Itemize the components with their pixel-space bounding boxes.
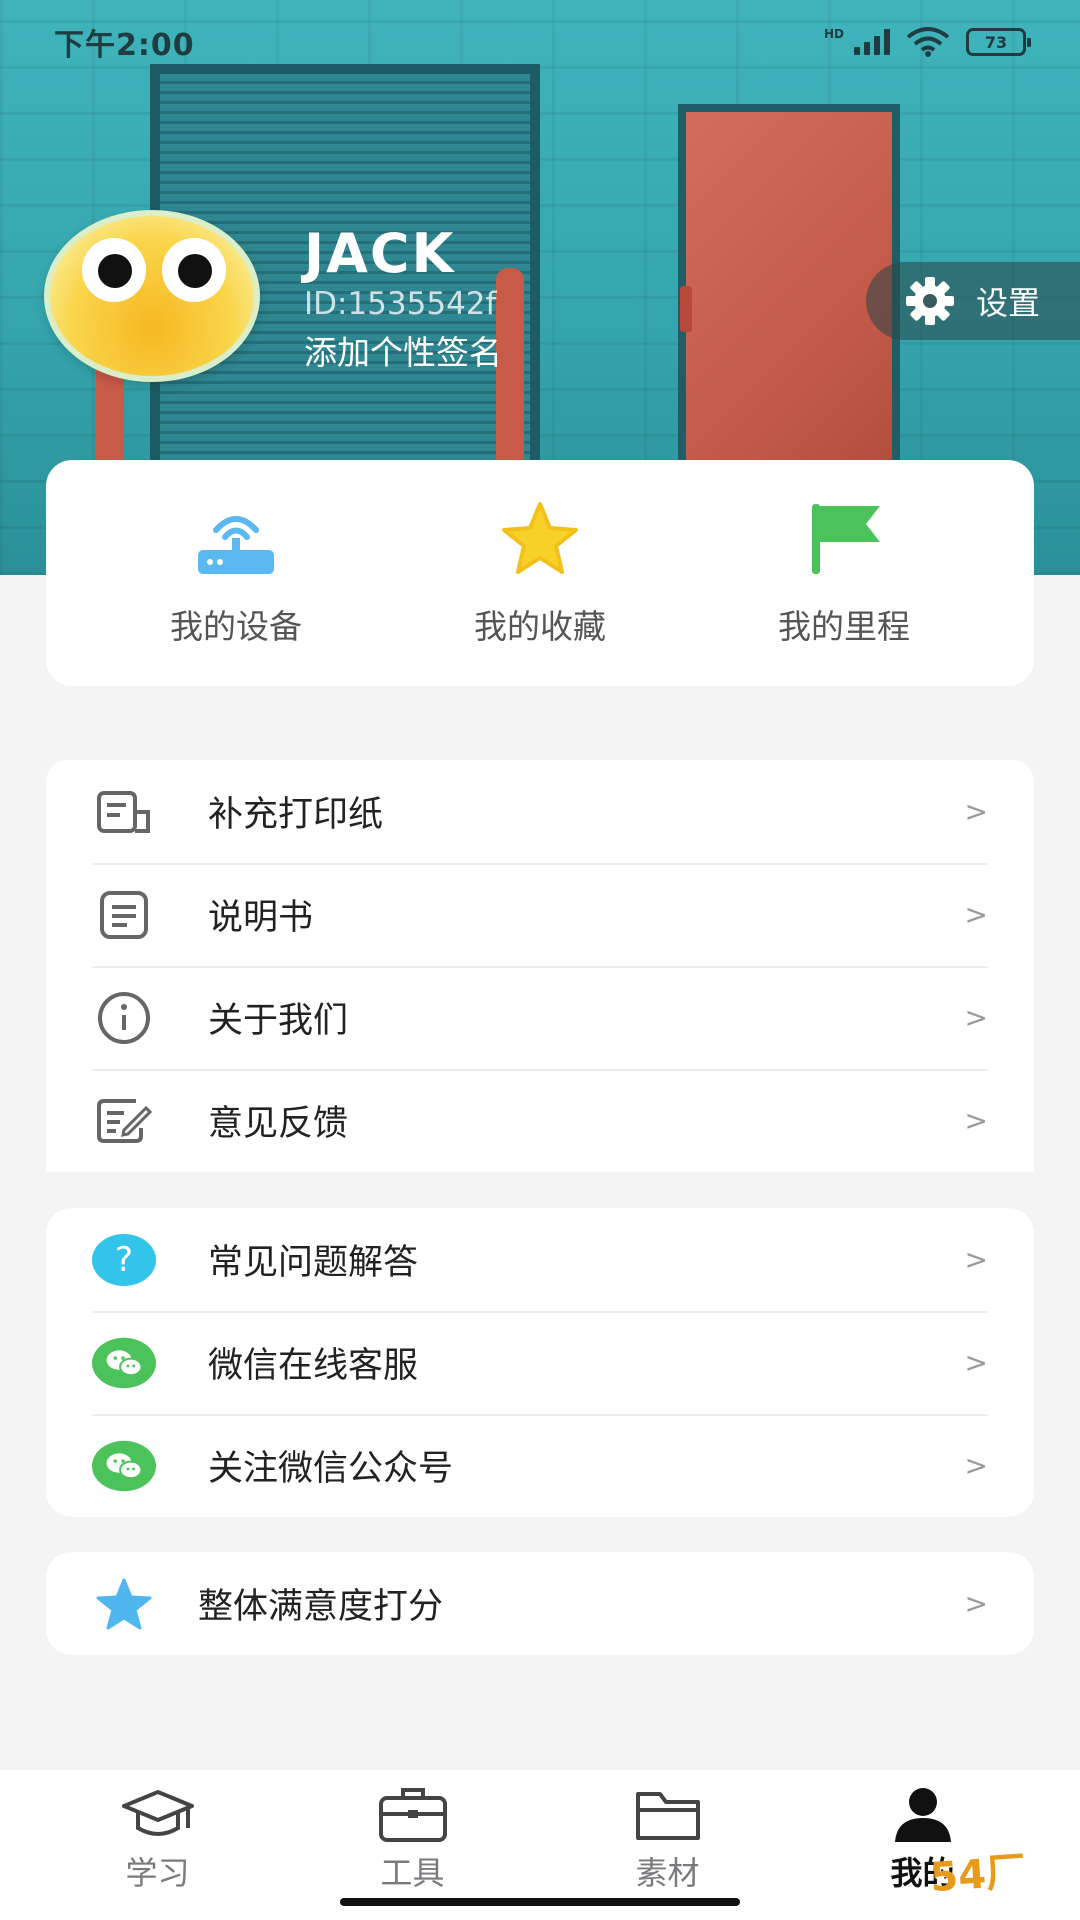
print-paper-icon [92,780,156,844]
quick-actions-card: 我的设备 我的收藏 我的里程 [46,460,1034,686]
gear-icon [906,277,954,325]
menu-item-label: 关于我们 [208,1001,349,1041]
menu-item-label: 说明书 [208,898,314,938]
wechat-icon [92,1331,156,1395]
watermark-logo: 54厂 [928,1848,1028,1902]
quick-action-label: 我的收藏 [474,607,606,646]
avatar[interactable] [44,210,260,382]
tab-label: 工具 [380,1854,445,1892]
menu-item-faq[interactable]: ? 常见问题解答 > [46,1208,1034,1311]
person-icon [894,1788,951,1842]
settings-label: 设置 [976,284,1041,322]
menu-group-support: ? 常见问题解答 > 微信在线客服 > 关注微信公众号 > [46,1208,1034,1517]
menu-item-label: 整体满意度打分 [198,1587,444,1627]
menu-item-manual[interactable]: 说明书 > [46,863,1034,966]
signature-link[interactable]: 添加个性签名 [304,326,502,374]
battery-icon: 73 [966,28,1031,56]
menu-item-wechat-official[interactable]: 关注微信公众号 > [46,1414,1034,1517]
tab-study[interactable]: 学习 [58,1770,258,1920]
toolbox-icon [378,1788,447,1842]
menu-group-general: 补充打印纸 > 说明书 > 关于我们 > 意见反馈 > [46,760,1034,1172]
menu-group-rating: 整体满意度打分 > [46,1552,1034,1655]
signal-icon [854,29,890,55]
quick-action-my-favorites[interactable]: 我的收藏 [390,460,690,686]
menu-item-satisfaction-rating[interactable]: 整体满意度打分 > [46,1552,1034,1655]
status-bar: 下午2:00 HD 73 [0,0,1080,84]
user-id: ID:1535542f [304,286,497,322]
menu-item-wechat-service[interactable]: 微信在线客服 > [46,1311,1034,1414]
wechat-icon [92,1434,156,1498]
quick-action-label: 我的里程 [778,607,910,646]
menu-item-print-paper[interactable]: 补充打印纸 > [46,760,1034,863]
star-icon [92,1572,156,1636]
avatar-eye [162,238,226,302]
status-icons: HD 73 [823,27,1031,57]
menu-item-label: 关注微信公众号 [208,1449,454,1489]
quick-action-label: 我的设备 [170,607,302,646]
tab-label: 学习 [125,1854,190,1892]
chevron-right-icon: > [964,1001,988,1034]
menu-item-label: 意见反馈 [208,1104,349,1144]
question-icon: ? [92,1228,156,1292]
info-icon [92,986,156,1050]
router-icon [198,516,274,574]
wifi-icon [906,27,950,57]
chevron-right-icon: > [964,1449,988,1482]
quick-action-my-mileage[interactable]: 我的里程 [694,460,994,686]
feedback-icon [92,1089,156,1153]
chevron-right-icon: > [964,795,988,828]
menu-item-feedback[interactable]: 意见反馈 > [46,1069,1034,1172]
chevron-right-icon: > [964,1587,988,1620]
battery-level: 73 [984,32,1008,52]
banner-red-door [678,104,900,464]
flag-icon [812,504,880,574]
home-indicator [340,1898,740,1906]
status-time: 下午2:00 [54,28,195,63]
folder-icon [635,1792,700,1840]
settings-button[interactable]: 设置 [866,262,1080,340]
menu-item-label: 常见问题解答 [208,1243,419,1283]
chevron-right-icon: > [964,1243,988,1276]
menu-item-about-us[interactable]: 关于我们 > [46,966,1034,1069]
star-icon [502,502,578,574]
graduation-cap-icon [121,1790,194,1836]
chevron-right-icon: > [964,1346,988,1379]
chevron-right-icon: > [964,898,988,931]
menu-item-label: 补充打印纸 [208,795,384,835]
tab-label: 素材 [635,1854,700,1892]
avatar-eye [82,238,146,302]
manual-icon [92,883,156,947]
network-type: HD [823,27,844,41]
quick-action-my-devices[interactable]: 我的设备 [86,460,386,686]
user-name: JACK [304,222,456,285]
banner-door-handle [680,286,692,332]
chevron-right-icon: > [964,1104,988,1137]
menu-item-label: 微信在线客服 [208,1346,419,1386]
